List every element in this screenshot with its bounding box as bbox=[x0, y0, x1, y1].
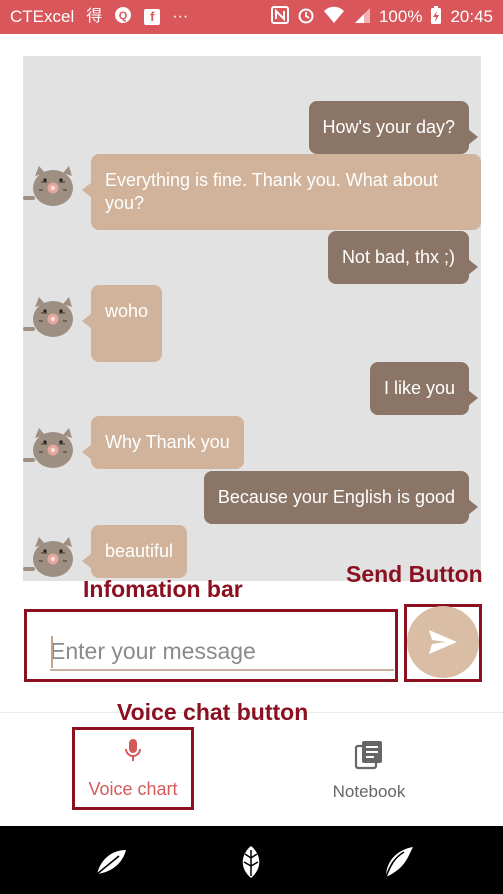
microphone-icon bbox=[125, 739, 141, 761]
message-bubble-me: How's your day? bbox=[308, 101, 478, 154]
notebook-label: Notebook bbox=[332, 782, 406, 801]
message-text: woho bbox=[105, 301, 149, 321]
signal-icon bbox=[353, 6, 371, 28]
recents-leaf-icon[interactable] bbox=[380, 844, 416, 880]
voice-chat-button[interactable]: Voice chart bbox=[72, 727, 194, 810]
message-input[interactable] bbox=[50, 633, 394, 671]
message-bubble-bot: Everything is fine. Thank you. What abou… bbox=[82, 154, 481, 230]
message-bubble-bot: woho bbox=[82, 285, 163, 362]
message-bubble-bot: Why Thank you bbox=[82, 416, 244, 469]
system-navigation-bar bbox=[0, 826, 503, 894]
svg-text:Q: Q bbox=[119, 10, 128, 22]
status-bar: CTExcel 得 Q f ··· 100% 20:45 bbox=[0, 0, 503, 34]
send-icon bbox=[429, 630, 457, 654]
message-bubble-me: I like you bbox=[369, 362, 478, 415]
nfc-icon bbox=[270, 6, 289, 28]
battery-charging-icon bbox=[430, 5, 442, 29]
send-button[interactable] bbox=[407, 606, 479, 678]
notebook-tab[interactable]: Notebook bbox=[320, 740, 418, 804]
message-text: How's your day? bbox=[322, 117, 456, 137]
back-leaf-icon[interactable] bbox=[93, 844, 129, 880]
message-text: Everything is fine. Thank you. What abou… bbox=[105, 170, 438, 213]
cat-avatar-icon bbox=[23, 537, 73, 577]
clock: 20:45 bbox=[450, 7, 493, 26]
message-text: Because your English is good bbox=[217, 487, 455, 507]
carrier-label: CTExcel bbox=[10, 7, 75, 26]
battery-percent: 100% bbox=[378, 7, 423, 26]
voice-chat-label: Voice chart bbox=[88, 779, 178, 799]
cat-avatar-icon bbox=[23, 166, 73, 206]
message-text: Why Thank you bbox=[105, 432, 230, 452]
cat-avatar-icon bbox=[23, 428, 73, 468]
message-text: Not bad, thx ;) bbox=[341, 247, 455, 267]
text-cursor bbox=[51, 636, 53, 668]
facebook-icon: f bbox=[144, 9, 161, 25]
message-bubble-me: Because your English is good bbox=[203, 471, 478, 524]
chat-area[interactable]: How's your day? Everything is fine. Than… bbox=[23, 56, 481, 581]
chat-notification-icon: Q bbox=[114, 6, 132, 28]
message-bubble-bot: beautiful bbox=[82, 525, 188, 578]
cat-avatar-icon bbox=[23, 297, 73, 337]
message-text: I like you bbox=[383, 378, 455, 398]
home-leaf-icon[interactable] bbox=[233, 844, 269, 880]
send-button-annotation: Send Button bbox=[346, 561, 483, 587]
info-bar-annotation: Infomation bar bbox=[83, 576, 243, 602]
message-text: beautiful bbox=[105, 541, 174, 561]
more-notifications-icon: ··· bbox=[172, 8, 189, 25]
alarm-icon bbox=[297, 6, 315, 28]
app-notification-icon: 得 bbox=[86, 8, 103, 25]
voice-chat-annotation: Voice chat button bbox=[117, 699, 309, 725]
message-bubble-me: Not bad, thx ;) bbox=[327, 231, 478, 284]
notebook-icon bbox=[354, 741, 382, 770]
wifi-icon bbox=[323, 6, 345, 28]
